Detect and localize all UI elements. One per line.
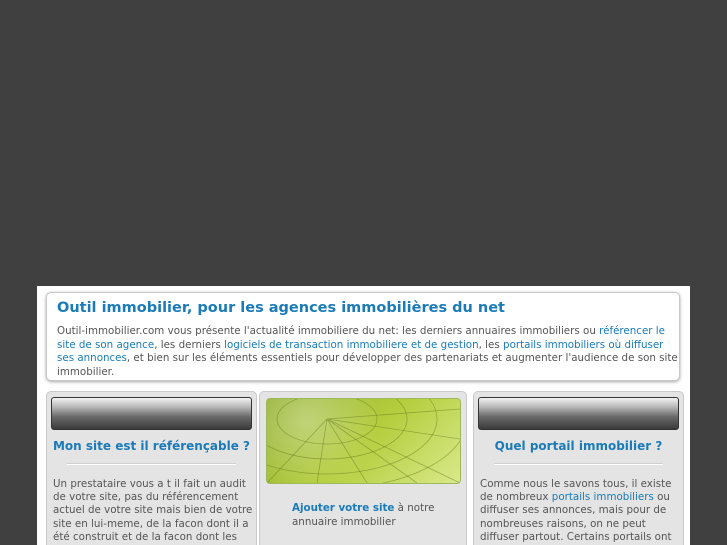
panel-header-bar [478,397,679,430]
add-site-panel: Ajouter votre site à notre annuaire immo… [259,391,467,545]
referencable-panel: Mon site est il référençable ? Un presta… [46,391,257,545]
add-site-text: Ajouter votre site à notre annuaire immo… [292,501,462,529]
intro-text-3: , les [478,338,504,351]
page-title: Outil immobilier, pour les agences immob… [57,300,505,316]
main-content: Outil immobilier, pour les agences immob… [37,286,690,545]
portail-panel: Quel portail immobilier ? Comme nous le … [473,391,684,545]
divider [67,463,236,465]
portail-text: Comme nous le savons tous, il existe de … [480,478,676,545]
logiciels-link[interactable]: logiciels de transaction immobiliere et … [224,339,479,351]
intro-text: Outil-immobilier.com vous présente l'act… [57,325,683,379]
portails-immobiliers-link[interactable]: portails immobiliers [552,491,654,503]
portail-title[interactable]: Quel portail immobilier ? [474,439,683,453]
divider [494,463,663,465]
referencable-title[interactable]: Mon site est il référençable ? [47,439,256,453]
add-site-link[interactable]: Ajouter votre site [292,502,394,514]
intro-box: Outil immobilier, pour les agences immob… [46,292,680,381]
globe-banner-image [266,398,461,484]
intro-text-4: , et bien sur les éléments essentiels po… [57,352,678,378]
referencable-text: Un prestataire vous a t il fait un audit… [53,478,253,545]
panel-header-bar [51,397,252,430]
intro-text-1: Outil-immobilier.com vous présente l'act… [57,325,600,337]
intro-text-2: , les derniers [154,338,225,351]
globe-grid-graphic [267,399,460,483]
